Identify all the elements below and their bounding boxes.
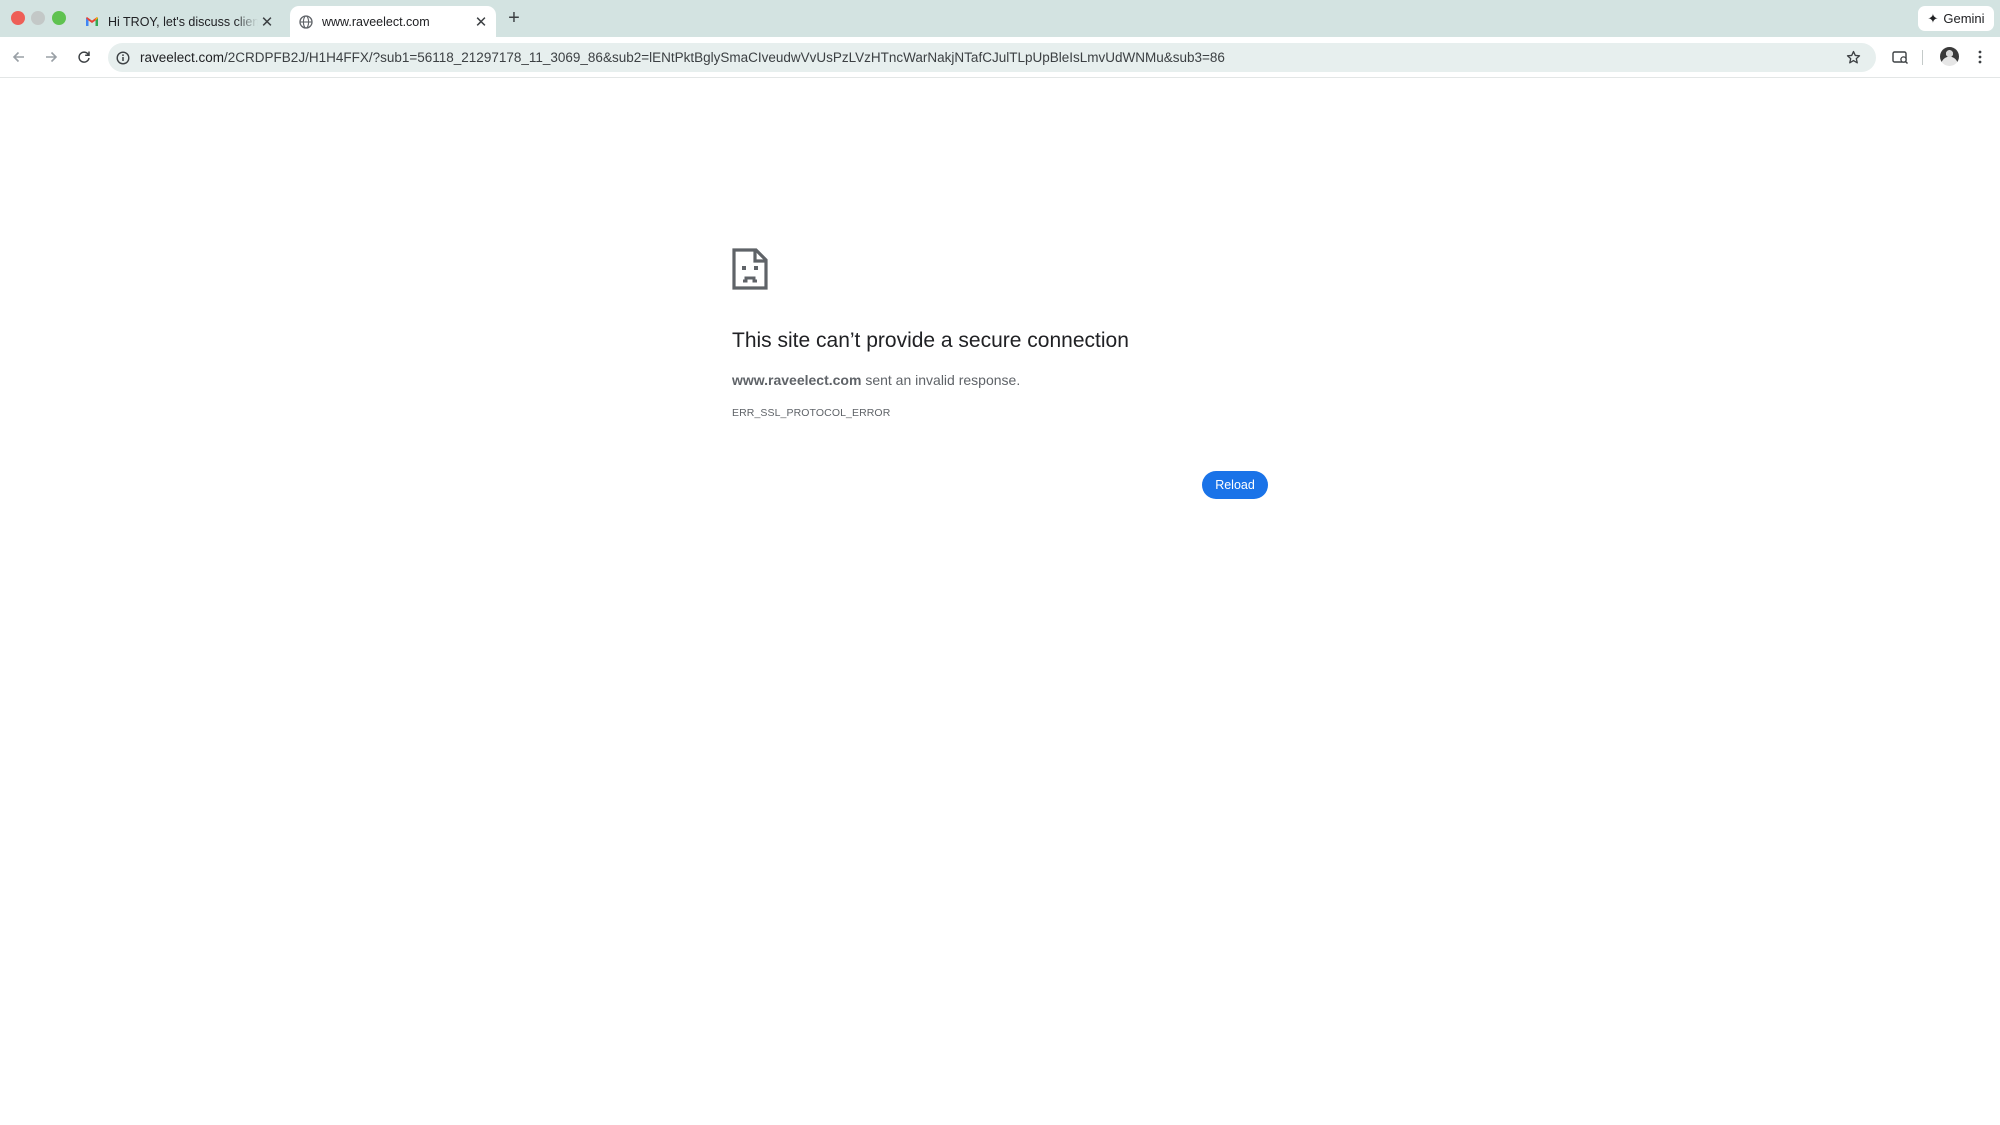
sparkle-icon: ✦ bbox=[1927, 10, 1939, 26]
tab-search-button[interactable] bbox=[1888, 46, 1912, 68]
new-tab-button[interactable]: + bbox=[504, 8, 524, 28]
url-text[interactable]: raveelect.com/2CRDPFB2J/H1H4FFX/?sub1=56… bbox=[140, 50, 1844, 65]
gmail-icon bbox=[84, 14, 100, 30]
close-window-button[interactable] bbox=[11, 11, 25, 25]
url-host: raveelect.com bbox=[140, 50, 225, 65]
site-info-icon[interactable] bbox=[115, 50, 131, 66]
close-tab-icon[interactable]: ✕ bbox=[472, 13, 490, 31]
tab-strip: Hi TROY, let's discuss client ✕ www.rave… bbox=[0, 0, 2000, 37]
forward-button[interactable] bbox=[40, 46, 62, 68]
reload-toolbar-button[interactable] bbox=[73, 46, 95, 68]
sad-document-icon bbox=[732, 248, 768, 290]
minimize-window-button[interactable] bbox=[31, 11, 45, 25]
tab-gmail[interactable]: Hi TROY, let's discuss client ✕ bbox=[76, 6, 282, 37]
tab-title: Hi TROY, let's discuss client bbox=[108, 14, 258, 29]
error-description: www.raveelect.com sent an invalid respon… bbox=[732, 372, 1272, 388]
browser-toolbar: raveelect.com/2CRDPFB2J/H1H4FFX/?sub1=56… bbox=[0, 37, 2000, 78]
tab-title: www.raveelect.com bbox=[322, 14, 430, 29]
error-message: sent an invalid response. bbox=[861, 372, 1021, 388]
tab-search-icon bbox=[1891, 50, 1908, 64]
maximize-window-button[interactable] bbox=[52, 11, 66, 25]
back-button[interactable] bbox=[8, 46, 30, 68]
gemini-label: Gemini bbox=[1943, 11, 1985, 26]
profile-avatar[interactable] bbox=[1940, 47, 1959, 66]
toolbar-divider bbox=[1922, 50, 1923, 65]
address-bar[interactable]: raveelect.com/2CRDPFB2J/H1H4FFX/?sub1=56… bbox=[108, 43, 1876, 72]
reload-button[interactable]: Reload bbox=[1202, 471, 1268, 499]
arrow-right-icon bbox=[46, 51, 58, 63]
gemini-button[interactable]: ✦ Gemini bbox=[1918, 6, 1994, 31]
more-vert-icon bbox=[1978, 50, 1982, 64]
arrow-left-icon bbox=[12, 51, 24, 63]
error-page: This site can’t provide a secure connect… bbox=[732, 248, 1272, 419]
reload-icon bbox=[78, 51, 90, 63]
close-tab-icon[interactable]: ✕ bbox=[258, 13, 276, 31]
error-host: www.raveelect.com bbox=[732, 372, 862, 388]
error-code: ERR_SSL_PROTOCOL_ERROR bbox=[732, 407, 891, 419]
error-headline: This site can’t provide a secure connect… bbox=[732, 329, 1129, 352]
bookmark-star-icon[interactable] bbox=[1844, 49, 1862, 67]
url-path: /2CRDPFB2J/H1H4FFX/?sub1=56118_21297178_… bbox=[224, 50, 1225, 65]
globe-icon bbox=[298, 14, 314, 30]
tab-raveelect[interactable]: www.raveelect.com ✕ bbox=[290, 6, 496, 37]
menu-button[interactable] bbox=[1972, 46, 1988, 68]
